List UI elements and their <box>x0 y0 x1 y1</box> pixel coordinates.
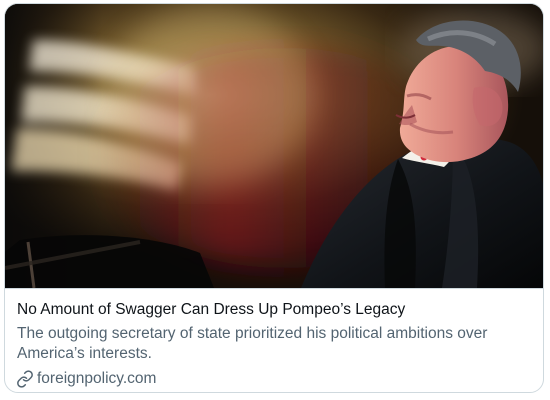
link-icon <box>16 370 34 388</box>
article-description: The outgoing secretary of state prioriti… <box>17 325 488 362</box>
photo-illustration <box>5 4 543 288</box>
article-photo[interactable] <box>5 4 543 289</box>
article-title[interactable]: No Amount of Swagger Can Dress Up Pompeo… <box>17 300 537 319</box>
link-preview-card[interactable]: No Amount of Swagger Can Dress Up Pompeo… <box>4 3 544 393</box>
source-domain[interactable]: foreignpolicy.com <box>37 370 156 388</box>
source-domain-row[interactable]: foreignpolicy.com <box>16 369 156 389</box>
card-details[interactable]: No Amount of Swagger Can Dress Up Pompeo… <box>5 289 543 392</box>
